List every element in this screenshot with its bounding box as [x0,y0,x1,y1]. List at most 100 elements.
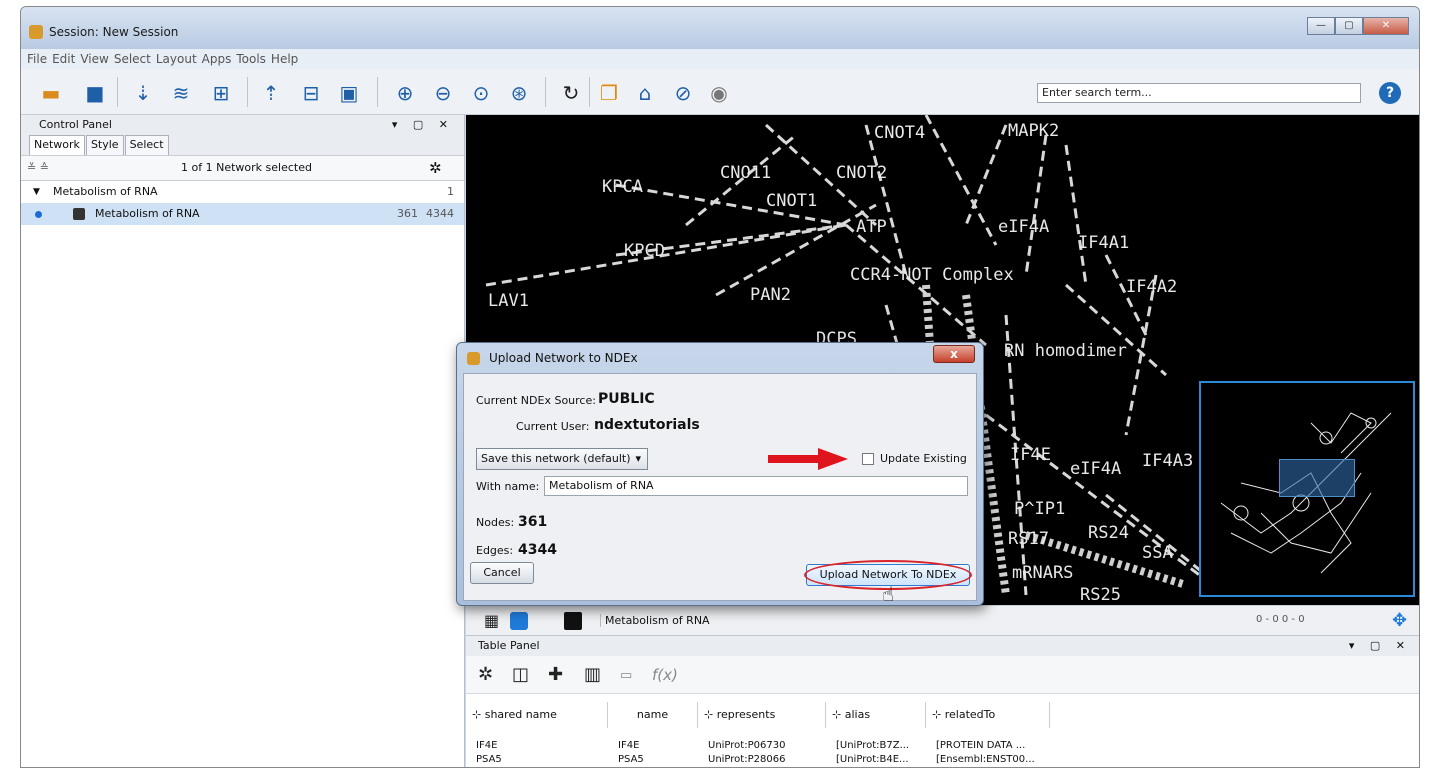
node-label[interactable]: LAV1 [488,291,529,311]
tab-style[interactable]: Style [85,135,124,155]
menu-view[interactable]: View [80,49,108,69]
export-image-icon[interactable]: ▣ [337,81,361,105]
table-cell[interactable]: PSA5 [618,754,708,765]
navigation-icon[interactable]: ✥ [1392,610,1407,631]
node-label[interactable]: RS24 [1088,523,1129,543]
node-label[interactable]: KPCA [602,177,643,197]
columns-icon[interactable]: ◫ [512,664,529,685]
search-input[interactable]: Enter search term... [1037,83,1361,103]
zoom-in-icon[interactable]: ⊕ [393,81,417,105]
network-overview-minimap[interactable] [1199,381,1415,597]
copy-network-icon[interactable]: ❐ [597,81,621,105]
import-table-icon[interactable]: ⊞ [209,81,233,105]
menu-apps[interactable]: Apps [202,49,232,69]
add-column-icon[interactable]: ✚ [548,664,563,685]
export-network-icon[interactable]: ⇡ [259,81,283,105]
detach-view-icon[interactable] [564,612,582,630]
collection-row[interactable]: ▼ Metabolism of RNA 1 [21,181,464,203]
zoom-selected-icon[interactable]: ⊛ [507,81,531,105]
zoom-out-icon[interactable]: ⊖ [431,81,455,105]
refresh-icon[interactable]: ↻ [559,81,583,105]
node-label[interactable]: ATP [856,217,887,237]
home-icon[interactable]: ⌂ [633,81,657,105]
cancel-button[interactable]: Cancel [470,562,534,584]
toolbar-separator [545,77,546,107]
gear-icon[interactable]: ✲ [478,664,493,685]
minimap-viewport[interactable] [1279,459,1355,497]
table-cell[interactable]: [PROTEIN DATA ... [936,740,1060,751]
panel-controls[interactable]: ▾ ▢ ✕ [1349,636,1411,656]
zoom-fit-icon[interactable]: ⊙ [469,81,493,105]
node-label[interactable]: KPCD [624,241,665,261]
table-toolbar: ✲ ◫ ✚ ▥ ▭ f(x) [466,656,1419,694]
table-cell[interactable]: UniProt:P06730 [708,740,836,751]
table-cell[interactable]: UniProt:P28066 [708,754,836,765]
node-label[interactable]: CNO11 [720,163,771,183]
import-network-icon[interactable]: ⇣ [131,81,155,105]
hide-icon[interactable]: ⊘ [671,81,695,105]
menu-layout[interactable]: Layout [156,49,197,69]
node-label[interactable]: RS25 [1080,585,1121,605]
node-label[interactable]: IF4A3 [1142,451,1193,471]
maximize-button[interactable]: ▢ [1335,17,1363,35]
node-label[interactable]: RS17 [1008,529,1049,549]
import-database-icon[interactable]: ≋ [169,81,193,105]
save-mode-dropdown[interactable]: Save this network (default) ▾ [476,448,648,470]
table-cell[interactable]: IF4E [618,740,708,751]
table-row[interactable]: PSA5 PSA5 UniProt:P28066 [UniProt:B4E...… [476,754,1060,765]
network-row[interactable]: Metabolism of RNA 361 4344 [21,203,464,225]
menu-tools[interactable]: Tools [236,49,266,69]
node-label[interactable]: RN homodimer [1004,341,1127,361]
menu-edit[interactable]: Edit [52,49,75,69]
node-label[interactable]: IF4A1 [1078,233,1129,253]
gear-icon[interactable]: ✲ [429,156,442,180]
network-name-input[interactable]: Metabolism of RNA [544,476,968,496]
column-header[interactable]: ⊹ represents [698,702,826,728]
table-cell[interactable]: IF4E [476,740,618,751]
table-cell[interactable]: [Ensembl:ENST00... [936,754,1060,765]
help-icon[interactable]: ? [1379,82,1401,104]
menu-help[interactable]: Help [271,49,298,69]
export-table-icon[interactable]: ⊟ [299,81,323,105]
node-label[interactable]: PAN2 [750,285,791,305]
node-label[interactable]: CNOT2 [836,163,887,183]
column-header[interactable]: ⊹ relatedTo [926,702,1050,728]
node-label[interactable]: MAPK2 [1008,121,1059,141]
node-label[interactable]: IF4A2 [1126,277,1177,297]
tab-select[interactable]: Select [124,135,169,155]
close-button[interactable]: ✕ [1363,17,1409,35]
node-label[interactable]: IF4E [1010,445,1051,465]
node-label[interactable]: eIF4A [1070,459,1121,479]
show-icon[interactable]: ◉ [707,81,731,105]
node-label[interactable]: CNOT1 [766,191,817,211]
save-icon[interactable]: ■ [83,81,107,105]
open-folder-icon[interactable]: ▬ [39,81,63,105]
menu-select[interactable]: Select [114,49,151,69]
dialog-close-button[interactable]: x [933,345,975,363]
table-cell[interactable]: [UniProt:B7Z... [836,740,936,751]
delete-icon[interactable]: ▥ [584,664,601,685]
node-label[interactable]: CNOT4 [874,123,925,143]
minimize-button[interactable]: — [1307,17,1335,35]
node-label[interactable]: SSA [1142,543,1173,563]
tab-network[interactable]: Network [29,135,85,155]
node-label[interactable]: CCR4-NOT Complex [850,265,1014,285]
column-header[interactable]: ⊹ alias [826,702,926,728]
collapse-expand-icon[interactable]: ≚ ≙ [27,156,49,180]
panel-controls[interactable]: ▾ ▢ ✕ [392,115,454,135]
share-network-icon[interactable] [510,612,528,630]
function-builder-icon[interactable]: f(x) [652,666,678,684]
column-header[interactable]: ⊹ shared name [466,702,608,728]
column-header[interactable]: name [608,702,698,728]
node-label[interactable]: mRNARS [1012,563,1073,583]
node-label[interactable]: eIF4A [998,217,1049,237]
table-row[interactable]: IF4E IF4E UniProt:P06730 [UniProt:B7Z...… [476,740,1060,751]
grid-view-icon[interactable]: ▦ [484,612,504,630]
update-existing-checkbox[interactable] [862,453,874,465]
caret-down-icon[interactable]: ▼ [33,181,40,203]
menu-file[interactable]: File [27,49,47,69]
link-icon[interactable]: ▭ [620,668,632,683]
node-label[interactable]: P^IP1 [1014,499,1065,519]
table-cell[interactable]: PSA5 [476,754,618,765]
table-cell[interactable]: [UniProt:B4E... [836,754,936,765]
